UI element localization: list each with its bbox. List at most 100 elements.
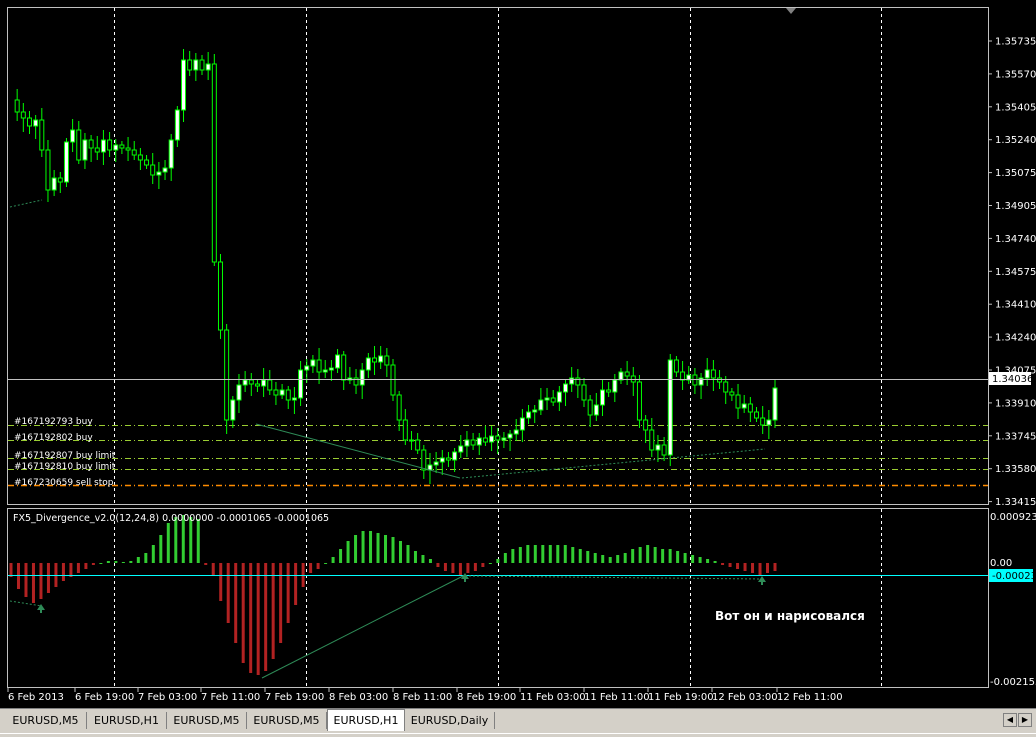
histogram-bar — [608, 557, 612, 563]
candle-body — [415, 439, 421, 451]
candle-body — [217, 261, 223, 331]
histogram-bar — [256, 563, 260, 675]
candle-body — [181, 59, 187, 111]
price-tick-label: 1.34575 — [995, 267, 1036, 278]
candle-body — [704, 369, 710, 379]
candle-body — [156, 171, 162, 176]
time-tick-label: 6 Feb 2013 — [8, 692, 64, 703]
histogram-bar — [361, 531, 365, 563]
histogram-bar — [601, 555, 605, 563]
candle-body — [507, 433, 513, 439]
candle-body — [544, 397, 550, 401]
histogram-bar — [398, 541, 402, 563]
histogram-bar — [114, 561, 118, 563]
histogram-bar — [548, 545, 552, 563]
histogram-bar — [451, 563, 455, 573]
price-tick-label: 1.34905 — [995, 201, 1036, 212]
triangle-right-icon[interactable]: ▶ — [1018, 713, 1032, 727]
candle-body — [88, 139, 94, 149]
indicator-title: FX5_Divergence_v2.0(12,24,8) 0.0000000 -… — [13, 513, 329, 524]
histogram-bar — [436, 563, 440, 567]
price-divergence-line-0 — [9, 199, 43, 208]
candle-body — [236, 384, 242, 401]
candle-body — [587, 399, 593, 416]
histogram-bar — [46, 563, 50, 593]
histogram-bar — [766, 563, 770, 573]
histogram-bar — [406, 545, 410, 563]
candle-body — [661, 444, 667, 456]
histogram-bar — [593, 553, 597, 563]
candle-body — [304, 365, 310, 371]
histogram-bar — [631, 549, 635, 563]
candle-body — [20, 111, 26, 119]
candle-body — [365, 357, 371, 371]
candle-body — [673, 359, 679, 373]
candle-body — [63, 141, 69, 183]
tab-eurusd-daily[interactable]: EURUSD,Daily — [405, 712, 495, 729]
candle-body — [384, 355, 390, 366]
tab-eurusd-m5[interactable]: EURUSD,M5 — [247, 712, 327, 729]
histogram-bar — [391, 537, 395, 563]
histogram-bar — [324, 563, 328, 564]
candle-body — [341, 354, 347, 381]
candle-body — [408, 439, 414, 442]
tab-eurusd-h1[interactable]: EURUSD,H1 — [327, 709, 405, 731]
histogram-bar — [623, 553, 627, 563]
candle-body — [550, 397, 556, 403]
indicator-axis-bottom: -0.002153 — [990, 677, 1036, 688]
candle-body — [248, 379, 254, 385]
histogram-bar — [728, 563, 732, 567]
price-tick-label: 1.33910 — [995, 398, 1036, 409]
histogram-bar — [241, 563, 245, 663]
candle-body — [618, 371, 624, 381]
candle-body — [230, 399, 236, 421]
histogram-bar — [518, 547, 522, 563]
triangle-left-icon[interactable]: ◀ — [1003, 713, 1017, 727]
candle-body — [532, 409, 538, 413]
candle-body — [310, 359, 316, 367]
candle-body — [279, 389, 285, 396]
histogram-bar — [384, 535, 388, 563]
histogram-bar — [264, 563, 268, 671]
candle-body — [680, 371, 686, 381]
candle-body — [57, 177, 63, 183]
candle-body — [538, 399, 544, 411]
histogram-bar — [676, 551, 680, 563]
order-label: #167192807 buy limit — [14, 451, 116, 461]
candle-body — [772, 387, 778, 421]
histogram-bar — [271, 563, 275, 659]
histogram-bar — [503, 553, 507, 563]
chart-shift-icon[interactable] — [786, 8, 796, 14]
candle-body — [150, 164, 156, 176]
candle-body — [211, 63, 217, 263]
time-tick-label: 11 Feb 11:00 — [584, 692, 650, 703]
histogram-bar — [136, 557, 140, 563]
candle-body — [45, 149, 51, 191]
candle-body — [144, 159, 150, 166]
tab-eurusd-h1[interactable]: EURUSD,H1 — [87, 712, 167, 729]
up-arrow-icon — [461, 573, 469, 582]
candle-body — [76, 129, 82, 161]
candle-body — [39, 119, 45, 151]
histogram-bar — [106, 561, 110, 563]
histogram-bar — [129, 561, 133, 563]
candle-body — [205, 63, 211, 71]
price-chart[interactable]: #167192793 buy #167192802 buy #167192807 b… — [0, 0, 1036, 708]
candle-body — [563, 383, 569, 393]
order-label: #167192802 buy — [14, 433, 93, 443]
candle-body — [113, 144, 119, 151]
histogram-bar — [369, 531, 373, 563]
time-tick-label: 8 Feb 11:00 — [393, 692, 452, 703]
candle-body — [513, 429, 519, 435]
histogram-bar — [331, 557, 335, 563]
histogram-bar — [511, 549, 515, 563]
tab-eurusd-m5[interactable]: EURUSD,M5 — [167, 712, 247, 729]
histogram-bar — [84, 563, 88, 569]
chart-area[interactable]: #167192793 buy #167192802 buy #167192807 b… — [0, 0, 1036, 708]
candle-body — [569, 377, 575, 385]
price-tick-label: 1.33580 — [995, 464, 1036, 475]
chart-tabs-bar: EURUSD,M5 EURUSD,H1 EURUSD,M5 EURUSD,M5 EURU… — [0, 708, 1036, 737]
price-tick-label: 1.33745 — [995, 431, 1036, 442]
tab-eurusd-m5[interactable]: EURUSD,M5 — [5, 712, 87, 729]
candle-body — [254, 383, 260, 387]
